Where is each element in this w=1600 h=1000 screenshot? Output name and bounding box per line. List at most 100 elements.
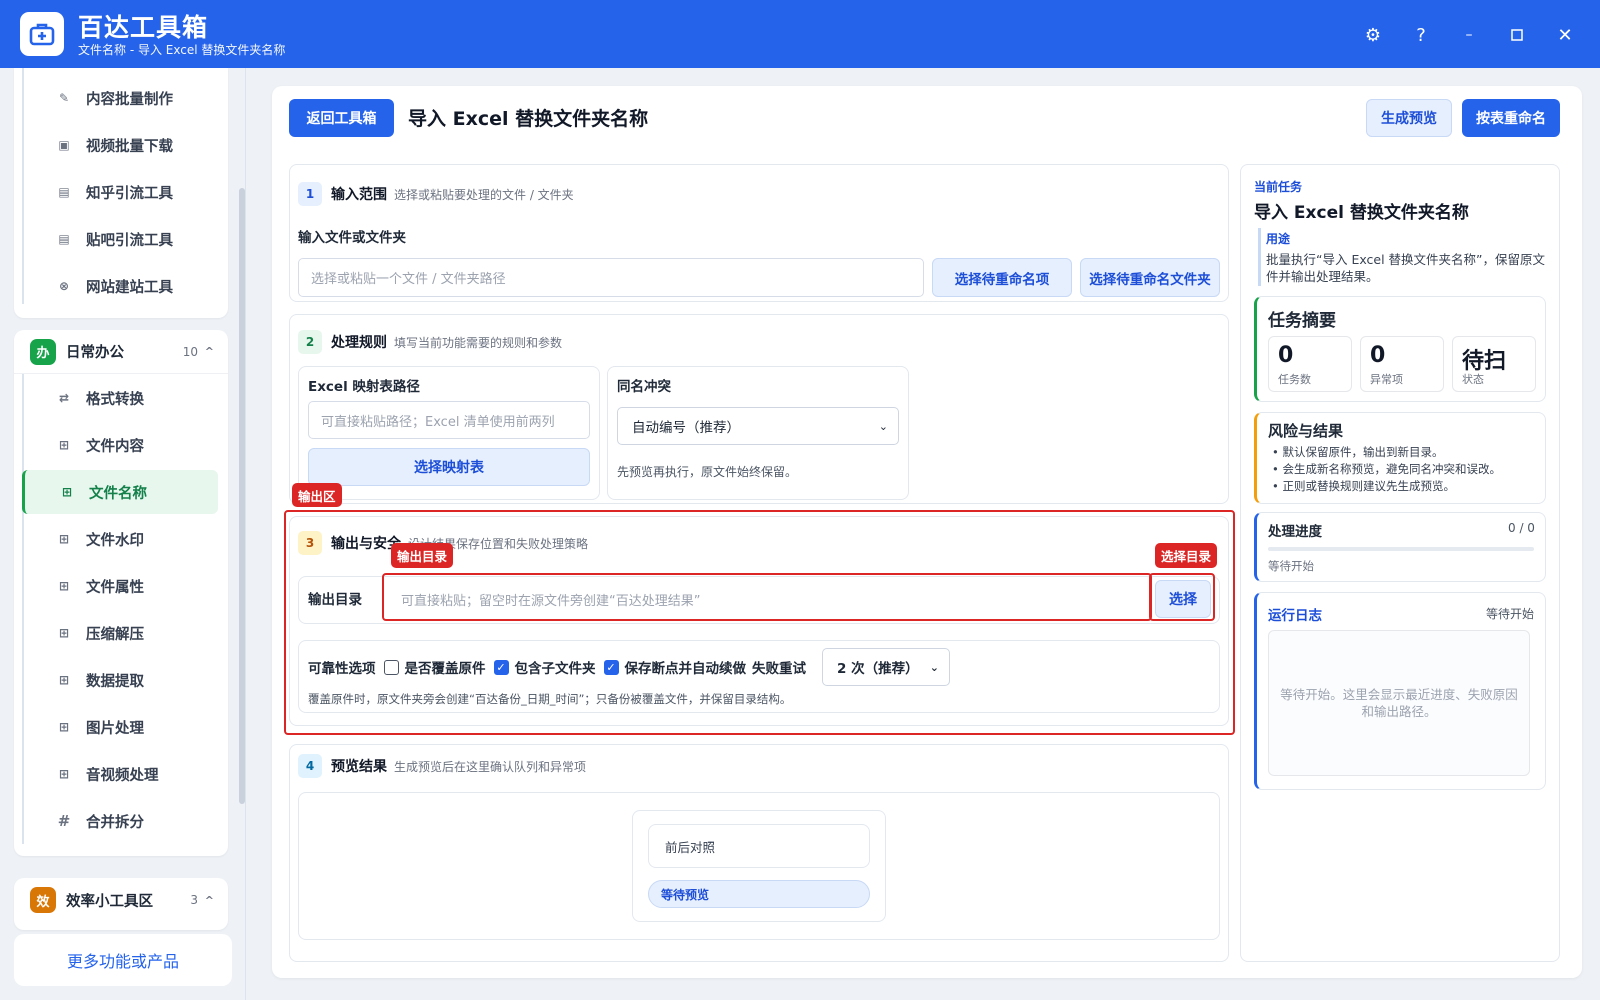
sidebar-item-content-batch[interactable]: ✎ 内容批量制作 bbox=[22, 76, 218, 120]
grid-icon: ⊞ bbox=[58, 767, 70, 781]
log-status: 等待开始 bbox=[1486, 607, 1535, 621]
step-desc: 选择或粘贴要处理的文件 / 文件夹 bbox=[394, 187, 574, 202]
settings-gear-icon[interactable]: ⚙ bbox=[1358, 20, 1388, 50]
sidebar-item-watermark[interactable]: ⊞ 文件水印 bbox=[22, 517, 218, 561]
purpose-label: 用途 bbox=[1266, 232, 1291, 246]
step1-header: 1 输入范围 选择或粘贴要处理的文件 / 文件夹 bbox=[298, 182, 574, 206]
step-desc: 生成预览后在这里确认队列和异常项 bbox=[394, 759, 587, 774]
rename-by-table-button[interactable]: 按表重命名 bbox=[1462, 99, 1560, 137]
group-title: 效率小工具区 bbox=[66, 893, 153, 910]
risk-list: • 默认保留原件，输出到新目录。 • 会生成新名称预览，避免同名冲突和误改。 •… bbox=[1272, 444, 1501, 495]
grid-icon: ⊞ bbox=[58, 673, 70, 687]
conflict-select[interactable]: 自动编号（推荐） ⌄ bbox=[617, 407, 899, 445]
progress-count: 0 / 0 bbox=[1508, 521, 1535, 535]
grid-icon: ⊞ bbox=[58, 626, 70, 640]
input-label: 输入文件或文件夹 bbox=[298, 230, 406, 246]
video-icon: ▣ bbox=[58, 138, 70, 152]
sidebar-item-attributes[interactable]: ⊞ 文件属性 bbox=[22, 564, 218, 608]
list-item: • 默认保留原件，输出到新目录。 bbox=[1272, 445, 1444, 459]
step4-header: 4 预览结果 生成预览后在这里确认队列和异常项 bbox=[298, 754, 586, 778]
grid-icon: ⊞ bbox=[58, 720, 70, 734]
select-folder-button[interactable]: 选择待重命名文件夹 bbox=[1080, 258, 1220, 297]
log-title: 运行日志 bbox=[1268, 608, 1322, 624]
chevron-up-icon[interactable]: ^ bbox=[205, 345, 214, 358]
sidebar-item-zhihu[interactable]: ▤ 知乎引流工具 bbox=[22, 170, 218, 214]
help-icon[interactable]: ? bbox=[1406, 20, 1436, 50]
stat-task-count: 0 任务数 bbox=[1268, 336, 1352, 392]
step-title: 预览结果 bbox=[331, 759, 387, 775]
hash-icon: # bbox=[57, 812, 71, 830]
sidebar-item-compress[interactable]: ⊞ 压缩解压 bbox=[22, 611, 218, 655]
sidebar: ✎ 内容批量制作 ▣ 视频批量下载 ▤ 知乎引流工具 ▤ 贴吧引流工具 ⊗ 网站建站工具 … bbox=[0, 68, 246, 1000]
select-mapping-button[interactable]: 选择映射表 bbox=[308, 448, 590, 486]
app-title: 百达工具箱 bbox=[78, 13, 209, 42]
chevron-up-icon[interactable]: ^ bbox=[205, 894, 214, 907]
sidebar-item-merge[interactable]: # 合并拆分 bbox=[22, 799, 218, 843]
sidebar-item-file-content[interactable]: ⊞ 文件内容 bbox=[22, 423, 218, 467]
title-bar: 百达工具箱 文件名称 - 导入 Excel 替换文件夹名称 ⚙ ? – ✕ bbox=[0, 0, 1600, 68]
app-subtitle: 文件名称 - 导入 Excel 替换文件夹名称 bbox=[78, 43, 286, 57]
sidebar-item-video-download[interactable]: ▣ 视频批量下载 bbox=[22, 123, 218, 167]
stat-status: 待扫 状态 bbox=[1452, 336, 1536, 392]
sidebar-item-file-name[interactable]: ⊞ 文件名称 bbox=[22, 470, 218, 514]
maximize-icon[interactable] bbox=[1502, 20, 1532, 50]
zhihu-icon: ▤ bbox=[58, 185, 70, 199]
current-task-title: 导入 Excel 替换文件夹名称 bbox=[1254, 203, 1469, 223]
more-features-button[interactable]: 更多功能或产品 bbox=[14, 934, 232, 986]
doc-icon: ▤ bbox=[58, 232, 70, 246]
progress-status: 等待开始 bbox=[1268, 559, 1314, 573]
excel-path-field[interactable]: 可直接粘贴路径；Excel 清单使用前两列 bbox=[308, 401, 590, 439]
list-item: • 会生成新名称预览，避免同名冲突和误改。 bbox=[1272, 462, 1501, 476]
select-items-button[interactable]: 选择待重命名项 bbox=[932, 258, 1072, 297]
group-badge: 效 bbox=[30, 887, 56, 913]
pencil-icon: ✎ bbox=[58, 91, 70, 105]
waiting-preview-badge: 等待预览 bbox=[648, 880, 870, 908]
step-number: 2 bbox=[298, 330, 322, 354]
output-dir-highlight bbox=[382, 573, 1152, 621]
sidebar-item-media[interactable]: ⊞ 音视频处理 bbox=[22, 752, 218, 796]
group-badge: 办 bbox=[30, 338, 56, 365]
sidebar-item-format[interactable]: ⇄ 格式转换 bbox=[22, 376, 218, 420]
sidebar-item-image[interactable]: ⊞ 图片处理 bbox=[22, 705, 218, 749]
convert-icon: ⇄ bbox=[58, 391, 70, 405]
step2-header: 2 处理规则 填写当前功能需要的规则和参数 bbox=[298, 330, 562, 354]
grid-icon: ⊞ bbox=[58, 579, 70, 593]
progress-track bbox=[1268, 547, 1534, 551]
step-title: 输入范围 bbox=[331, 187, 387, 203]
purpose-text: 批量执行“导入 Excel 替换文件夹名称”，保留原文件并输出处理结果。 bbox=[1266, 252, 1546, 284]
close-icon[interactable]: ✕ bbox=[1550, 20, 1580, 50]
group-count: 10 bbox=[182, 344, 198, 359]
sidebar-item-tieba[interactable]: ▤ 贴吧引流工具 bbox=[22, 217, 218, 261]
sidebar-item-website[interactable]: ⊗ 网站建站工具 bbox=[22, 264, 218, 308]
conflict-label: 同名冲突 bbox=[617, 379, 671, 395]
input-path-field[interactable]: 选择或粘贴一个文件 / 文件夹路径 bbox=[298, 258, 924, 297]
minimize-icon[interactable]: – bbox=[1454, 20, 1484, 50]
group-header-efficiency[interactable]: 效 效率小工具区 3 ^ bbox=[14, 878, 228, 922]
grid-icon: ⊞ bbox=[58, 532, 70, 546]
step-number: 4 bbox=[298, 754, 322, 778]
excel-path-label: Excel 映射表路径 bbox=[308, 379, 420, 395]
page-title: 导入 Excel 替换文件夹名称 bbox=[408, 108, 649, 130]
compare-box: 前后对照 bbox=[648, 824, 870, 868]
purpose-accent bbox=[1258, 228, 1261, 286]
output-dir-tag: 输出目录 bbox=[391, 543, 454, 568]
step-title: 处理规则 bbox=[331, 335, 387, 351]
group-count: 3 bbox=[190, 893, 198, 907]
summary-title: 任务摘要 bbox=[1268, 311, 1336, 331]
stat-errors: 0 异常项 bbox=[1360, 336, 1444, 392]
list-item: • 正则或替换规则建议先生成预览。 bbox=[1272, 479, 1455, 493]
generate-preview-button[interactable]: 生成预览 bbox=[1366, 99, 1452, 137]
conflict-hint: 先预览再执行，原文件始终保留。 bbox=[617, 465, 798, 479]
step-number: 1 bbox=[298, 182, 322, 206]
progress-title: 处理进度 bbox=[1268, 524, 1322, 540]
current-task-label: 当前任务 bbox=[1254, 180, 1303, 194]
log-output: 等待开始。这里会显示最近进度、失败原因和输出路径。 bbox=[1268, 630, 1530, 776]
sidebar-item-extract[interactable]: ⊞ 数据提取 bbox=[22, 658, 218, 702]
grid-icon: ⊞ bbox=[61, 485, 73, 499]
globe-icon: ⊗ bbox=[58, 279, 70, 293]
back-button[interactable]: 返回工具箱 bbox=[289, 99, 394, 137]
sidebar-scrollbar[interactable] bbox=[239, 188, 245, 804]
choose-dir-highlight bbox=[1149, 573, 1215, 621]
group-header-office[interactable]: 办 日常办公 10 ^ bbox=[14, 330, 228, 374]
output-area-tag: 输出区 bbox=[292, 483, 342, 507]
